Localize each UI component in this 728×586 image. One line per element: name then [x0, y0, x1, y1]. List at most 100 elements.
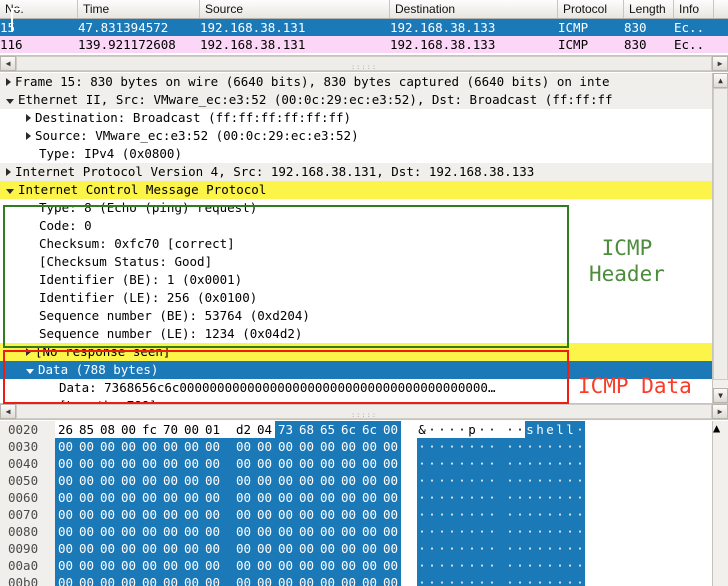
ascii-char[interactable]: ·	[535, 506, 545, 523]
column-header-info[interactable]: Info	[674, 0, 714, 18]
ascii-char[interactable]: ·	[525, 557, 535, 574]
hex-byte[interactable]: 00	[254, 489, 275, 506]
hex-byte[interactable]: 00	[359, 523, 380, 540]
ascii-char[interactable]: ·	[437, 489, 447, 506]
hex-byte[interactable]: 00	[296, 472, 317, 489]
hex-row[interactable]: 002026850800fc700001d2047368656c6c00&···…	[0, 421, 712, 438]
column-header-destination[interactable]: Destination	[390, 0, 558, 18]
ascii-char[interactable]: ·	[447, 455, 457, 472]
ascii-char[interactable]: ·	[487, 523, 497, 540]
hex-byte[interactable]: 00	[254, 557, 275, 574]
ascii-char[interactable]: ·	[545, 540, 555, 557]
hex-byte[interactable]: 00	[76, 438, 97, 455]
ascii-char[interactable]: ·	[487, 438, 497, 455]
ascii-char[interactable]: ·	[457, 438, 467, 455]
ascii-char[interactable]: ·	[457, 506, 467, 523]
hex-byte[interactable]: 00	[254, 574, 275, 586]
hex-byte[interactable]: 00	[380, 438, 401, 455]
ascii-char[interactable]: ·	[487, 455, 497, 472]
ascii-char[interactable]: ·	[575, 421, 585, 438]
hex-byte[interactable]: 00	[317, 472, 338, 489]
ascii-char[interactable]: ·	[505, 421, 515, 438]
hex-byte[interactable]: 00	[275, 506, 296, 523]
hex-byte[interactable]: 00	[338, 438, 359, 455]
hex-byte[interactable]: 00	[359, 472, 380, 489]
hex-byte[interactable]: 00	[181, 455, 202, 472]
hex-byte[interactable]: 00	[317, 489, 338, 506]
chevron-right-icon[interactable]	[6, 78, 11, 86]
ascii-char[interactable]: ·	[545, 489, 555, 506]
hex-byte[interactable]: 00	[233, 557, 254, 574]
hex-byte[interactable]: 00	[380, 506, 401, 523]
ascii-char[interactable]: ·	[427, 523, 437, 540]
hex-byte[interactable]: 00	[359, 489, 380, 506]
ascii-char[interactable]: e	[545, 421, 555, 438]
hex-byte[interactable]: 00	[380, 489, 401, 506]
hex-byte[interactable]: 00	[296, 523, 317, 540]
ascii-char[interactable]: ·	[467, 557, 477, 574]
hex-byte[interactable]: 00	[359, 574, 380, 586]
hex-byte[interactable]: 00	[118, 523, 139, 540]
ascii-char[interactable]: ·	[427, 472, 437, 489]
hex-byte[interactable]: 00	[76, 557, 97, 574]
hex-byte[interactable]: 00	[76, 574, 97, 586]
ascii-char[interactable]: ·	[525, 506, 535, 523]
ascii-char[interactable]: ·	[535, 489, 545, 506]
ascii-char[interactable]: ·	[565, 506, 575, 523]
ascii-char[interactable]: ·	[565, 523, 575, 540]
hex-row[interactable]: 008000000000000000000000000000000000····…	[0, 523, 712, 540]
ascii-char[interactable]: ·	[457, 455, 467, 472]
hex-byte[interactable]: 00	[139, 557, 160, 574]
ascii-char[interactable]: ·	[437, 472, 447, 489]
hex-byte[interactable]: 00	[97, 557, 118, 574]
ascii-char[interactable]: ·	[575, 455, 585, 472]
ascii-char[interactable]: ·	[477, 472, 487, 489]
ascii-char[interactable]: ·	[535, 557, 545, 574]
detail-tree-row[interactable]: Internet Protocol Version 4, Src: 192.16…	[0, 163, 712, 181]
hex-byte[interactable]: 00	[275, 438, 296, 455]
hex-byte[interactable]: 00	[97, 574, 118, 586]
hex-byte[interactable]: fc	[139, 421, 160, 438]
hex-byte[interactable]: 00	[275, 557, 296, 574]
ascii-char[interactable]: ·	[487, 574, 497, 586]
hex-byte[interactable]: 00	[139, 489, 160, 506]
ascii-char[interactable]: ·	[555, 540, 565, 557]
hex-byte[interactable]: 00	[338, 557, 359, 574]
hex-row[interactable]: 004000000000000000000000000000000000····…	[0, 455, 712, 472]
ascii-char[interactable]: ·	[505, 472, 515, 489]
ascii-char[interactable]: ·	[417, 472, 427, 489]
ascii-char[interactable]: ·	[515, 574, 525, 586]
ascii-char[interactable]: ·	[477, 438, 487, 455]
ascii-char[interactable]: ·	[505, 455, 515, 472]
hex-byte[interactable]: 00	[55, 506, 76, 523]
ascii-char[interactable]: ·	[535, 523, 545, 540]
ascii-char[interactable]: ·	[427, 489, 437, 506]
ascii-char[interactable]: ·	[515, 455, 525, 472]
ascii-char[interactable]: ·	[525, 438, 535, 455]
hex-byte[interactable]: 00	[380, 523, 401, 540]
ascii-char[interactable]: ·	[535, 438, 545, 455]
ascii-char[interactable]: ·	[417, 455, 427, 472]
detail-tree-row[interactable]: Frame 15: 830 bytes on wire (6640 bits),…	[0, 73, 712, 91]
hex-byte[interactable]: 00	[380, 421, 401, 438]
packet-row[interactable]: 1547.831394572192.168.38.131192.168.38.1…	[0, 19, 728, 36]
hex-byte[interactable]: 01	[202, 421, 223, 438]
hex-row[interactable]: 003000000000000000000000000000000000····…	[0, 438, 712, 455]
ascii-char[interactable]: ·	[545, 506, 555, 523]
hex-byte[interactable]: 00	[359, 438, 380, 455]
ascii-char[interactable]: ·	[447, 489, 457, 506]
hex-byte[interactable]: 00	[202, 506, 223, 523]
ascii-char[interactable]: ·	[477, 421, 487, 438]
detail-tree-row[interactable]: Type: 8 (Echo (ping) request)	[0, 199, 712, 217]
hex-byte[interactable]: 00	[338, 540, 359, 557]
hex-byte[interactable]: 00	[254, 523, 275, 540]
hex-byte[interactable]: 00	[181, 438, 202, 455]
ascii-char[interactable]: ·	[467, 506, 477, 523]
hex-byte[interactable]: 00	[296, 489, 317, 506]
hex-byte[interactable]: 00	[76, 489, 97, 506]
hex-byte[interactable]: 00	[338, 472, 359, 489]
ascii-char[interactable]: ·	[535, 540, 545, 557]
detail-tree-row[interactable]: Source: VMware_ec:e3:52 (00:0c:29:ec:e3:…	[0, 127, 712, 145]
ascii-char[interactable]: ·	[417, 523, 427, 540]
chevron-right-icon[interactable]	[6, 168, 11, 176]
